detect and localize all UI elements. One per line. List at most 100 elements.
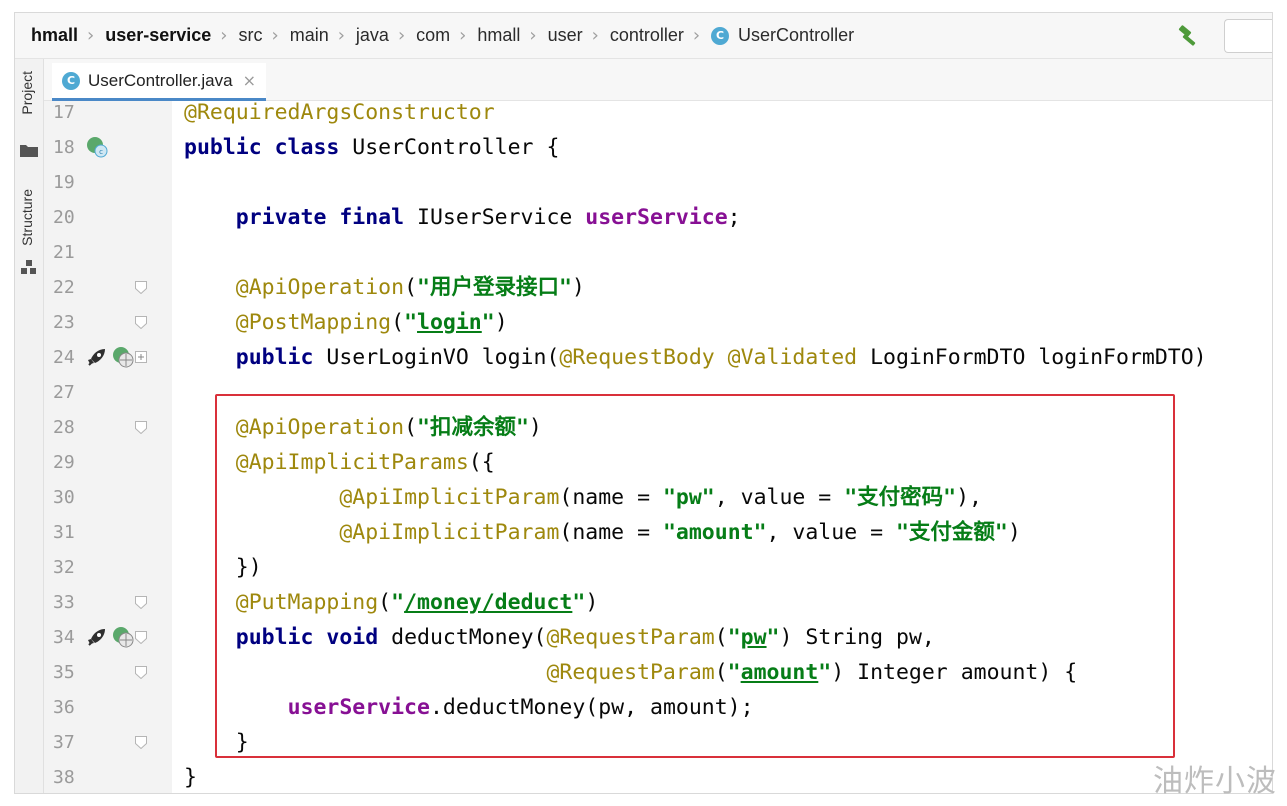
code-line[interactable]: 32 }): [15, 550, 1272, 585]
watermark: 油炸小波: [1153, 764, 1277, 799]
code-token: /money/deduct: [404, 590, 573, 615]
fold-marker-icon[interactable]: [135, 421, 147, 434]
code-token: "支付金额": [895, 520, 1008, 545]
code-text: @RequiredArgsConstructor: [184, 95, 495, 130]
java-class-icon: C: [62, 71, 80, 90]
breadcrumb-item[interactable]: C UserController: [711, 25, 854, 46]
code-text: }: [184, 725, 249, 760]
code-line[interactable]: 31 @ApiImplicitParam(name = "amount", va…: [15, 515, 1272, 550]
breadcrumb-label: com: [416, 25, 451, 45]
breadcrumb-item[interactable]: hmall ›: [477, 25, 547, 46]
code-line[interactable]: 21: [15, 235, 1272, 270]
breadcrumb-item[interactable]: com ›: [416, 25, 477, 46]
code-token: (: [404, 415, 418, 440]
code-text: @PutMapping("/money/deduct"): [184, 585, 598, 620]
code-text: public UserLoginVO login(@RequestBody @V…: [184, 340, 1207, 375]
code-line[interactable]: 22 @ApiOperation("用户登录接口"): [15, 270, 1272, 305]
breadcrumb-item[interactable]: main ›: [290, 25, 356, 46]
chevron-right-icon: ›: [87, 25, 95, 46]
close-tab-icon[interactable]: ×: [243, 71, 256, 90]
code-text: @RequestParam("amount") Integer amount) …: [184, 655, 1077, 690]
code-line[interactable]: 18 c public class UserController {: [15, 130, 1272, 165]
line-number: 36: [53, 697, 75, 718]
code-line[interactable]: 28 @ApiOperation("扣减余额"): [15, 410, 1272, 445]
code-token: (name =: [559, 520, 663, 545]
code-token: (: [714, 625, 728, 650]
line-number: 27: [53, 382, 75, 403]
code-line[interactable]: 19: [15, 165, 1272, 200]
fold-marker-icon[interactable]: [135, 281, 147, 294]
line-number: 31: [53, 522, 75, 543]
chevron-right-icon: ›: [337, 25, 345, 46]
code-text: private final IUserService userService;: [184, 200, 741, 235]
code-token: UserController {: [352, 135, 560, 160]
expand-fold-icon[interactable]: [135, 351, 147, 364]
code-token: private final: [235, 205, 417, 230]
code-text: @ApiOperation("扣减余额"): [184, 410, 542, 445]
breadcrumb-item[interactable]: user-service ›: [105, 25, 238, 46]
code-line[interactable]: 33 @PutMapping("/money/deduct"): [15, 585, 1272, 620]
chevron-right-icon: ›: [271, 25, 279, 46]
breadcrumb-label: src: [238, 25, 263, 45]
code-token: ": [727, 660, 741, 685]
chevron-right-icon: ›: [459, 25, 467, 46]
code-text: @ApiOperation("用户登录接口"): [184, 270, 585, 305]
code-token: ": [572, 590, 586, 615]
code-line[interactable]: 34 public void deductMoney(@RequestParam…: [15, 620, 1272, 655]
code-token: (: [714, 660, 728, 685]
code-token: @ApiImplicitParam: [339, 520, 560, 545]
code-line[interactable]: 29 @ApiImplicitParams({: [15, 445, 1272, 480]
code-token: @RequestParam: [546, 660, 715, 685]
code-token: (: [391, 310, 405, 335]
code-token: @ApiOperation: [235, 275, 405, 300]
line-number: 30: [53, 487, 75, 508]
code-line[interactable]: 35 @RequestParam("amount") Integer amoun…: [15, 655, 1272, 690]
navigation-bar: hmall › user-service › src › main › java › com › hma…: [15, 13, 1272, 59]
code-token: pw: [740, 625, 767, 650]
bean-icon[interactable]: c: [86, 136, 108, 158]
code-line[interactable]: 24 public UserLoginVO login(@RequestBody…: [15, 340, 1272, 375]
code-line[interactable]: 30 @ApiImplicitParam(name = "pw", value …: [15, 480, 1272, 515]
breadcrumb-item[interactable]: src ›: [239, 25, 290, 46]
rocket-icon[interactable]: [86, 346, 108, 368]
breadcrumb-item[interactable]: user ›: [548, 25, 610, 46]
breadcrumb-item[interactable]: java ›: [356, 25, 416, 46]
code-token: ): [585, 590, 599, 615]
web-icon[interactable]: [112, 626, 134, 648]
code-line[interactable]: 36 userService.deductMoney(pw, amount);: [15, 690, 1272, 725]
build-hammer-icon[interactable]: [1176, 23, 1202, 49]
fold-marker-icon[interactable]: [135, 666, 147, 679]
fold-marker-icon[interactable]: [135, 596, 147, 609]
code-line[interactable]: 23 @PostMapping("login"): [15, 305, 1272, 340]
code-line[interactable]: 37 }: [15, 725, 1272, 760]
fold-marker-icon[interactable]: [135, 316, 147, 329]
code-token: (: [404, 275, 418, 300]
code-token: "amount": [662, 520, 767, 545]
ide-window: hmall › user-service › src › main › java › com › hma…: [14, 12, 1273, 794]
fold-marker-icon[interactable]: [135, 736, 147, 749]
code-token: "支付密码": [844, 485, 957, 510]
code-line[interactable]: 17 @RequiredArgsConstructor: [15, 95, 1272, 130]
code-line[interactable]: 38}: [15, 760, 1272, 793]
code-token: , value =: [714, 485, 845, 510]
code-token: ": [727, 625, 741, 650]
code-token: ": [766, 625, 780, 650]
code-token: @PostMapping: [235, 310, 392, 335]
breadcrumb-item[interactable]: controller ›: [610, 25, 711, 46]
chevron-right-icon: ›: [220, 25, 228, 46]
rocket-icon[interactable]: [86, 626, 108, 648]
web-icon[interactable]: [112, 346, 134, 368]
breadcrumb-item[interactable]: hmall ›: [31, 25, 105, 46]
line-number: 33: [53, 592, 75, 613]
fold-marker-icon[interactable]: [135, 631, 147, 644]
run-configuration-selector[interactable]: [1224, 19, 1272, 53]
code-text: @ApiImplicitParams({: [184, 445, 495, 480]
code-token: UserLoginVO login(: [326, 345, 560, 370]
code-line[interactable]: 27: [15, 375, 1272, 410]
code-line[interactable]: 20 private final IUserService userServic…: [15, 200, 1272, 235]
code-token: @PutMapping: [235, 590, 379, 615]
